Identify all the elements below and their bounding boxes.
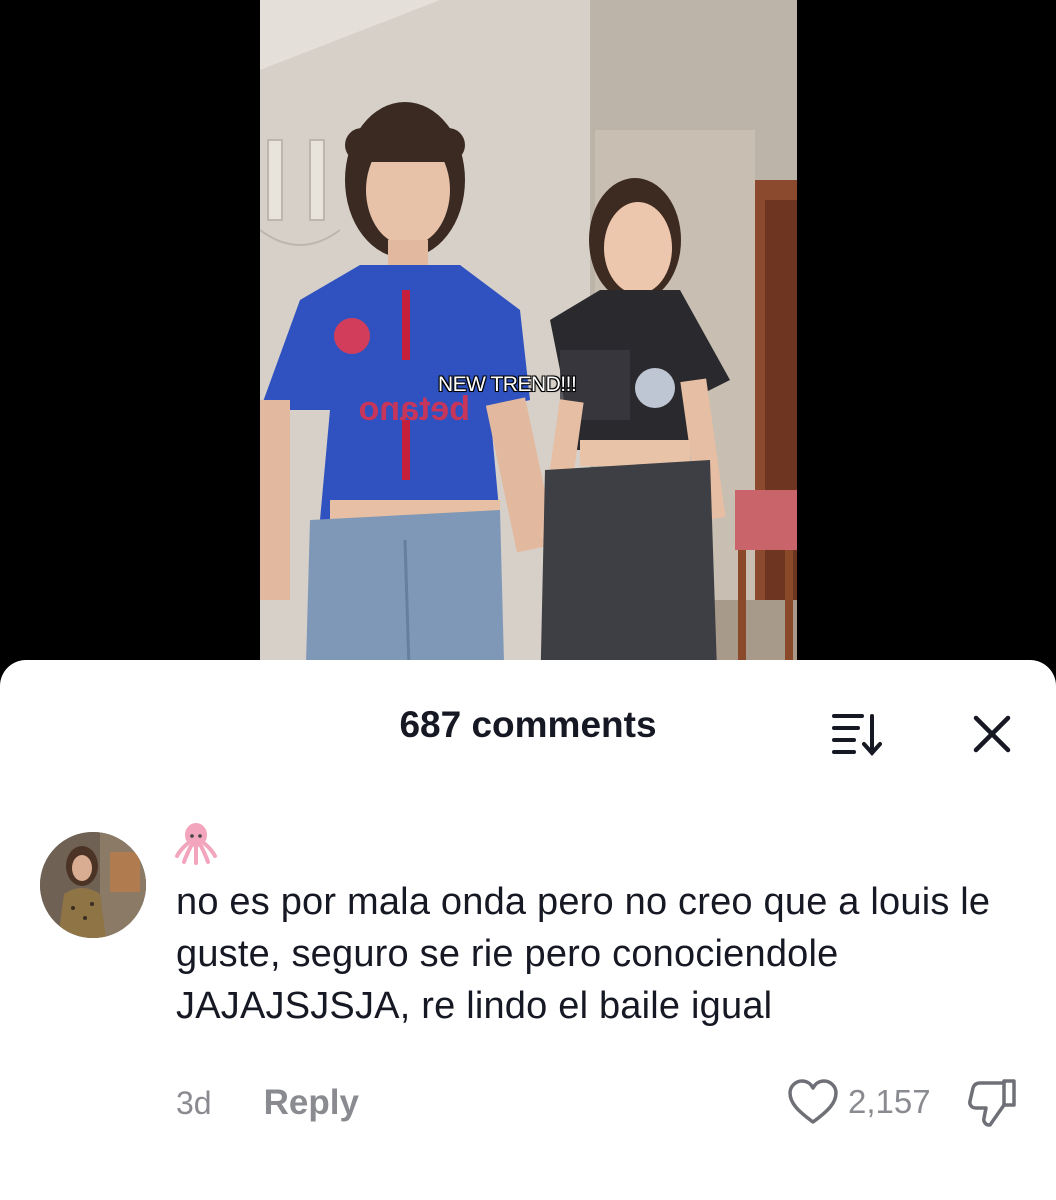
avatar[interactable] <box>40 832 146 938</box>
comments-sheet: 687 comments no es por mala onda pero no… <box>0 660 1056 1200</box>
username-emoji[interactable] <box>174 820 218 866</box>
heart-outline-icon <box>788 1079 838 1124</box>
close-button[interactable] <box>966 708 1018 760</box>
video-player[interactable]: betano NEW TREND!!! <box>0 0 1056 700</box>
video-caption: NEW TREND!!! <box>438 373 577 396</box>
sort-descending-icon <box>832 714 882 757</box>
thumbs-down-icon <box>968 1079 1016 1127</box>
video-frame[interactable]: betano <box>260 0 797 700</box>
video-thumbnail-image: betano <box>260 0 797 700</box>
reply-button[interactable]: Reply <box>264 1083 359 1123</box>
avatar-image <box>40 832 146 938</box>
close-icon <box>973 715 1011 753</box>
octopus-emoji-icon <box>175 823 217 865</box>
comments-header: 687 comments <box>0 660 1056 800</box>
comments-count-title: 687 comments <box>399 704 657 745</box>
comment-text: no es por mala onda pero no creo que a l… <box>176 881 991 1027</box>
comment-meta: 3d Reply <box>176 1078 359 1128</box>
screen: betano NEW TREND!!! 687 comments no es p… <box>0 0 1056 1200</box>
sort-button[interactable] <box>826 708 886 758</box>
comment-timestamp: 3d <box>176 1084 212 1121</box>
like-count: 2,157 <box>848 1083 931 1120</box>
dislike-button[interactable] <box>966 1075 1020 1129</box>
like-button[interactable]: 2,157 <box>786 1075 931 1129</box>
comment-item: no es por mala onda pero no creo que a l… <box>0 820 1056 1200</box>
